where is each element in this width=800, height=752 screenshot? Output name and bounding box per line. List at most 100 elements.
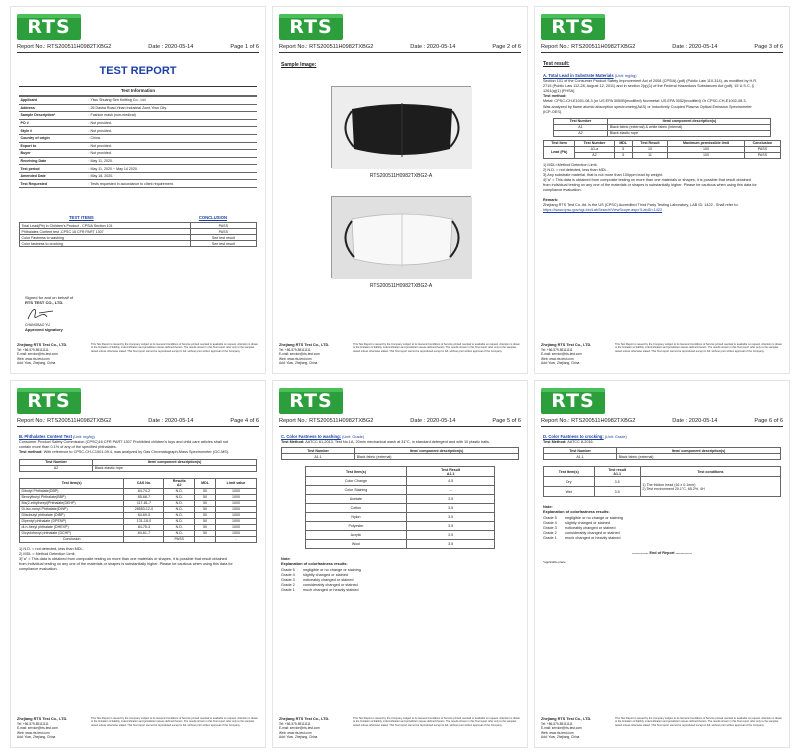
method-text: With reference to CPSC-CH-C1001-09.4, wa… [43,450,230,455]
sample-image-heading: Sample Image: [281,62,317,68]
table-row: Sample Description*: Fashion mask (non-m… [19,111,257,120]
method-text: AATCC 8-2016. [567,440,594,445]
component-desc: Black elastic rope [607,129,772,137]
col-header: Test conditions [639,466,782,478]
page-header: Report No.: RTS200511H0982TXBG2 Date : 2… [17,418,259,427]
test-item: Wet [543,486,595,498]
rts-logo: RTS [541,14,605,40]
section-unit: (Unit: mg/kg) [73,435,95,439]
grade-desc: considerably changed or stained [565,530,620,535]
component-id: A2 [18,464,94,472]
table-row: A1.1 Black fabric (external) [280,453,519,461]
table-row: Amended Date: May 18, 2020. [19,171,257,181]
col-header: Test Item(s) [304,466,408,478]
page-number: Page 6 of 6 [754,418,783,424]
table-row: A2 Black elastic rope [18,464,257,472]
result-value: -- [406,485,496,496]
grade-desc: considerably changed or stained [303,582,358,587]
test-item: Acrylic [304,530,408,541]
test-item: Color Change [304,476,408,487]
component-desc: Black elastic rope [92,464,257,472]
page-number: Page 5 of 6 [492,418,521,424]
table-row: Test item(s) CAS No. Results A2 MDL Limit val… [18,477,257,489]
grade-list: Grade 5 negligible or no change or staini… [281,568,519,594]
component-table: Test Number Item/ component description(s… [280,447,519,461]
applicable-note: *applicable place [543,560,566,565]
table-row: Address: 26 Dasha Road,Yinan Industrial … [19,103,257,113]
page-footer: Zhejiang RTS Test Co., LTD. Tel: +86-579… [17,343,259,365]
info-label: Address [19,103,87,113]
sample-caption: RTS200511H0982TXBG2-A [369,283,433,289]
rts-logo: RTS [279,388,343,414]
col-header: Limit value [215,477,257,489]
page-number: Page 1 of 6 [230,44,259,50]
table-row: Test Requested: Tests requested in accor… [19,179,257,189]
test-items-heading: TEST ITEMS [69,215,94,220]
page-number: Page 3 of 6 [754,44,783,50]
report-page-3: RTS Report No.: RTS200511H0982TXBG2 Date… [534,6,790,374]
method-label: Test method: [19,450,43,455]
report-number: Report No.: RTS200511H0982TXBG2 [541,44,636,50]
report-number: Report No.: RTS200511H0982TXBG2 [279,44,374,50]
info-label: Applicant [19,95,87,105]
component-id: A2 [552,129,609,137]
grade-desc: negligible or no change or staining [303,567,361,572]
info-value: : Not provided. [87,126,257,135]
table-row: Wool 3.5 [304,539,496,550]
section-heading: Test Information [19,86,257,96]
page-footer: Zhejiang RTS Test Co., LTD. Tel: +86-579… [279,717,521,739]
result-value: 3.5 [406,503,496,514]
method-label: Test Method: [543,440,567,445]
grade-label: Grade 1 [281,588,295,592]
section-title: A. Total Lead in Substrate Materials [543,72,614,78]
remark-link[interactable]: https://www.cpsc.gov/cgi-bin/LabSearch/V… [543,208,781,213]
table-row: Color Staining -- [304,485,496,496]
grade-desc: slightly changed or stained [565,520,610,525]
col-header: Test result A1.1 [593,466,641,478]
report-number: Report No.: RTS200511H0982TXBG2 [279,418,374,424]
approved-signatory: Approved signatory [25,327,63,332]
footer-company: Zhejiang RTS Test Co., LTD. [279,343,330,347]
info-label: Style # [19,126,87,135]
result-value: 3.5 [593,476,641,488]
footer-company: Zhejiang RTS Test Co., LTD. [17,343,68,347]
page-footer: Zhejiang RTS Test Co., LTD. Tel: +86-579… [17,717,259,739]
test-item: Color Staining [304,485,408,496]
component-id: A1.1 [542,453,618,461]
end-of-report: ------------- End of Report ------------… [631,551,693,556]
grade-desc: much changed or heavily stained [565,536,621,540]
info-value: : May 11, 2020. [87,156,257,166]
crocking-section: D. Color Fastness to crocking: (Unit: Gr… [542,434,782,565]
page-footer: Zhejiang RTS Test Co., LTD. Tel: +86-579… [279,343,521,365]
table-row: Polyester 3.5 [304,521,496,532]
footer-line: Add: Yiwu, Zhejiang, China [279,361,318,366]
grade-desc: noticeably changed or stained [565,525,616,530]
page-number: Page 4 of 6 [230,418,259,424]
footer-line: Add: Yiwu, Zhejiang, China [17,735,56,740]
page-header: Report No.: RTS200511H0982TXBG2 Date : 2… [279,44,521,53]
summary-table: Total Lead(Pb) in Children's Product - C… [19,222,258,247]
component-desc: Black fabric (external) [616,453,781,461]
test-items-summary: TEST ITEMS CONCLUSION Total Lead(Pb) in … [19,215,258,247]
test-conclusion: See test result [189,240,258,247]
test-item: Nylon [304,512,408,523]
rts-logo: RTS [17,14,81,40]
report-date: Date : 2020-05-14 [148,44,194,50]
report-page-4: RTS Report No.: RTS200511H0982TXBG2 Date… [10,380,266,748]
info-label: Country of origin [19,133,87,143]
section-title: C. Color Fastness to washing: [281,434,342,439]
phthalate-result-table: Test item(s) CAS No. Results A2 MDL Limit val… [18,477,257,543]
component-table: Test Number Item/ component description(s… [542,447,781,461]
section-title: B. Phthalates Content Test [19,434,72,439]
grade-list: Grade 5 negligible or no change or staini… [543,516,781,542]
section-title: D. Color Fastness to crocking: [543,434,604,439]
col-header: Test Item(s) [543,466,595,478]
table-row: Export to: Not provided. [19,141,257,151]
sample-photo-white-lining [331,196,472,279]
table-row: Conclusion - PASS - - [18,535,257,543]
rts-logo: RTS [279,14,343,40]
info-label: PO # [19,118,87,128]
col-header: CAS No. [123,477,165,489]
result-value: 3.5 [593,486,641,498]
test-item: Lead (Pb) [542,145,576,159]
